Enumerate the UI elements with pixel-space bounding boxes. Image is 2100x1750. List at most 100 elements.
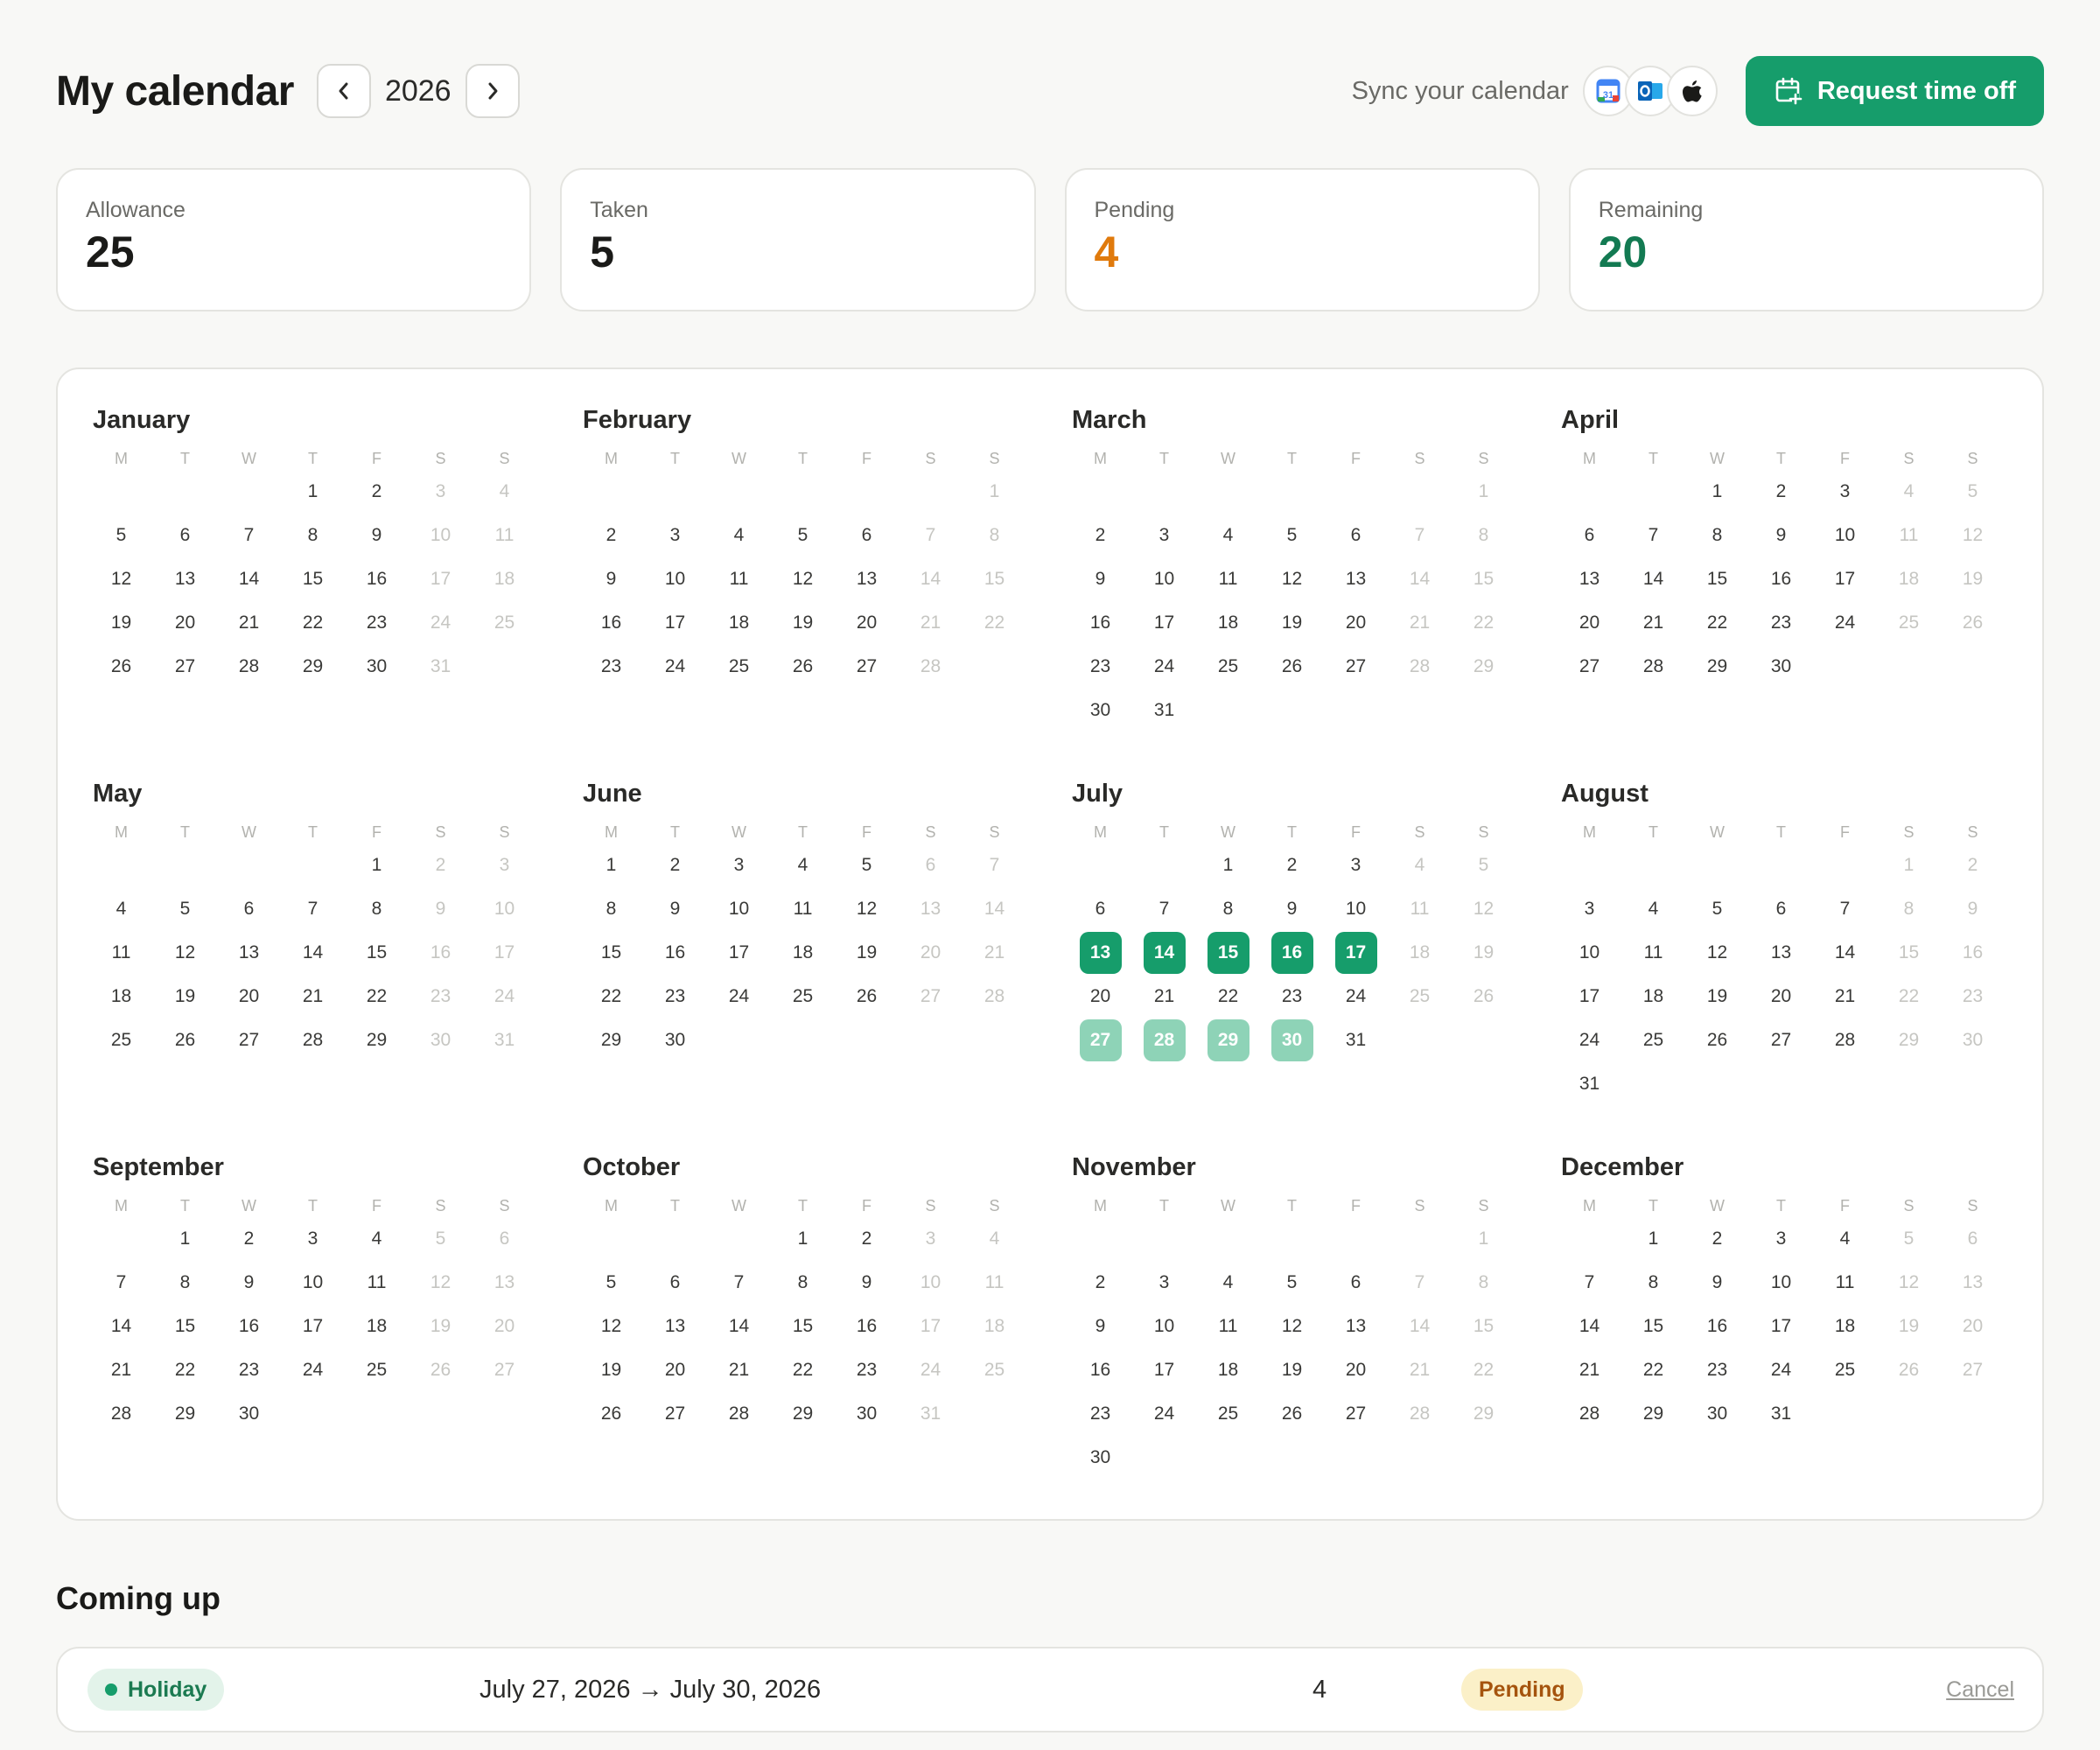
day-cell[interactable]: 3 <box>1132 1261 1196 1305</box>
day-pending[interactable]: 27 <box>1068 1018 1132 1062</box>
day-cell[interactable]: 17 <box>1813 557 1877 601</box>
day-cell[interactable]: 25 <box>345 1348 409 1392</box>
day-cell[interactable]: 21 <box>89 1348 153 1392</box>
day-cell[interactable]: 23 <box>1260 975 1324 1018</box>
day-cell[interactable]: 26 <box>835 975 899 1018</box>
day-weekend[interactable]: 12 <box>1452 887 1516 931</box>
day-cell[interactable]: 14 <box>89 1305 153 1348</box>
day-cell[interactable]: 10 <box>643 557 707 601</box>
day-cell[interactable]: 27 <box>835 645 899 689</box>
day-cell[interactable]: 10 <box>1749 1261 1813 1305</box>
day-cell[interactable]: 23 <box>345 601 409 645</box>
day-cell[interactable]: 7 <box>89 1261 153 1305</box>
day-weekend[interactable]: 16 <box>1941 931 2005 975</box>
day-weekend[interactable]: 15 <box>1452 1305 1516 1348</box>
day-weekend[interactable]: 1 <box>1452 470 1516 514</box>
day-cell[interactable]: 20 <box>153 601 217 645</box>
day-cell[interactable]: 16 <box>345 557 409 601</box>
day-weekend[interactable]: 25 <box>1388 975 1452 1018</box>
day-cell[interactable]: 6 <box>1558 514 1621 557</box>
day-cell[interactable]: 25 <box>1813 1348 1877 1392</box>
day-cell[interactable]: 26 <box>579 1392 643 1436</box>
day-cell[interactable]: 21 <box>1558 1348 1621 1392</box>
day-cell[interactable]: 25 <box>707 645 771 689</box>
day-cell[interactable]: 5 <box>771 514 835 557</box>
day-cell[interactable]: 20 <box>1558 601 1621 645</box>
day-cell[interactable]: 27 <box>1558 645 1621 689</box>
day-weekend[interactable]: 27 <box>1941 1348 2005 1392</box>
day-cell[interactable]: 21 <box>217 601 281 645</box>
day-cell[interactable]: 8 <box>1621 1261 1685 1305</box>
day-cell[interactable]: 23 <box>579 645 643 689</box>
day-cell[interactable]: 26 <box>153 1018 217 1062</box>
day-weekend[interactable]: 18 <box>472 557 536 601</box>
day-cell[interactable]: 19 <box>1260 1348 1324 1392</box>
day-cell[interactable]: 9 <box>1749 514 1813 557</box>
day-cell[interactable]: 3 <box>643 514 707 557</box>
day-weekend[interactable]: 28 <box>1388 1392 1452 1436</box>
day-cell[interactable]: 22 <box>281 601 345 645</box>
day-cell[interactable]: 24 <box>1132 645 1196 689</box>
day-cell[interactable]: 18 <box>707 601 771 645</box>
day-weekend[interactable]: 4 <box>472 470 536 514</box>
day-cell[interactable]: 19 <box>89 601 153 645</box>
day-cell[interactable]: 9 <box>1685 1261 1749 1305</box>
day-weekend[interactable]: 12 <box>1941 514 2005 557</box>
day-cell[interactable]: 31 <box>1558 1062 1621 1106</box>
day-cell[interactable]: 30 <box>345 645 409 689</box>
day-cell[interactable]: 26 <box>771 645 835 689</box>
request-time-off-button[interactable]: Request time off <box>1745 56 2044 126</box>
day-cell[interactable]: 17 <box>707 931 771 975</box>
day-weekend[interactable]: 6 <box>1941 1217 2005 1261</box>
day-cell[interactable]: 11 <box>1196 1305 1260 1348</box>
day-cell[interactable]: 5 <box>1685 887 1749 931</box>
day-cell[interactable]: 2 <box>217 1217 281 1261</box>
day-cell[interactable]: 28 <box>281 1018 345 1062</box>
day-cell[interactable]: 28 <box>1813 1018 1877 1062</box>
day-cell[interactable]: 15 <box>153 1305 217 1348</box>
day-cell[interactable]: 2 <box>1685 1217 1749 1261</box>
day-cell[interactable]: 13 <box>643 1305 707 1348</box>
day-pending[interactable]: 28 <box>1132 1018 1196 1062</box>
day-cell[interactable]: 4 <box>1813 1217 1877 1261</box>
day-weekend[interactable]: 26 <box>1877 1348 1941 1392</box>
day-cell[interactable]: 24 <box>1749 1348 1813 1392</box>
day-cell[interactable]: 16 <box>217 1305 281 1348</box>
day-cell[interactable]: 8 <box>771 1261 835 1305</box>
day-cell[interactable]: 3 <box>707 844 771 887</box>
day-weekend[interactable]: 28 <box>899 645 962 689</box>
day-weekend[interactable]: 31 <box>409 645 472 689</box>
day-cell[interactable]: 7 <box>1558 1261 1621 1305</box>
day-taken[interactable]: 17 <box>1324 931 1388 975</box>
day-cell[interactable]: 26 <box>1260 1392 1324 1436</box>
day-cell[interactable]: 6 <box>1324 514 1388 557</box>
day-cell[interactable]: 2 <box>835 1217 899 1261</box>
day-weekend[interactable]: 10 <box>409 514 472 557</box>
day-cell[interactable]: 16 <box>1068 1348 1132 1392</box>
day-cell[interactable]: 2 <box>643 844 707 887</box>
day-cell[interactable]: 5 <box>89 514 153 557</box>
day-weekend[interactable]: 7 <box>962 844 1026 887</box>
day-taken[interactable]: 13 <box>1068 931 1132 975</box>
day-weekend[interactable]: 22 <box>1452 601 1516 645</box>
day-weekend[interactable]: 21 <box>962 931 1026 975</box>
day-cell[interactable]: 18 <box>1196 601 1260 645</box>
day-cell[interactable]: 15 <box>771 1305 835 1348</box>
day-cell[interactable]: 21 <box>1132 975 1196 1018</box>
day-cell[interactable]: 22 <box>579 975 643 1018</box>
day-cell[interactable]: 21 <box>707 1348 771 1392</box>
day-weekend[interactable]: 25 <box>472 601 536 645</box>
day-cell[interactable]: 4 <box>345 1217 409 1261</box>
day-cell[interactable]: 17 <box>1132 601 1196 645</box>
day-cell[interactable]: 14 <box>281 931 345 975</box>
day-cell[interactable]: 29 <box>1685 645 1749 689</box>
day-cell[interactable]: 30 <box>217 1392 281 1436</box>
day-weekend[interactable]: 7 <box>1388 1261 1452 1305</box>
day-cell[interactable]: 4 <box>1621 887 1685 931</box>
day-cell[interactable]: 8 <box>345 887 409 931</box>
day-cell[interactable]: 9 <box>643 887 707 931</box>
day-cell[interactable]: 23 <box>1068 1392 1132 1436</box>
day-cell[interactable]: 17 <box>1558 975 1621 1018</box>
day-cell[interactable]: 16 <box>1068 601 1132 645</box>
day-cell[interactable]: 8 <box>281 514 345 557</box>
